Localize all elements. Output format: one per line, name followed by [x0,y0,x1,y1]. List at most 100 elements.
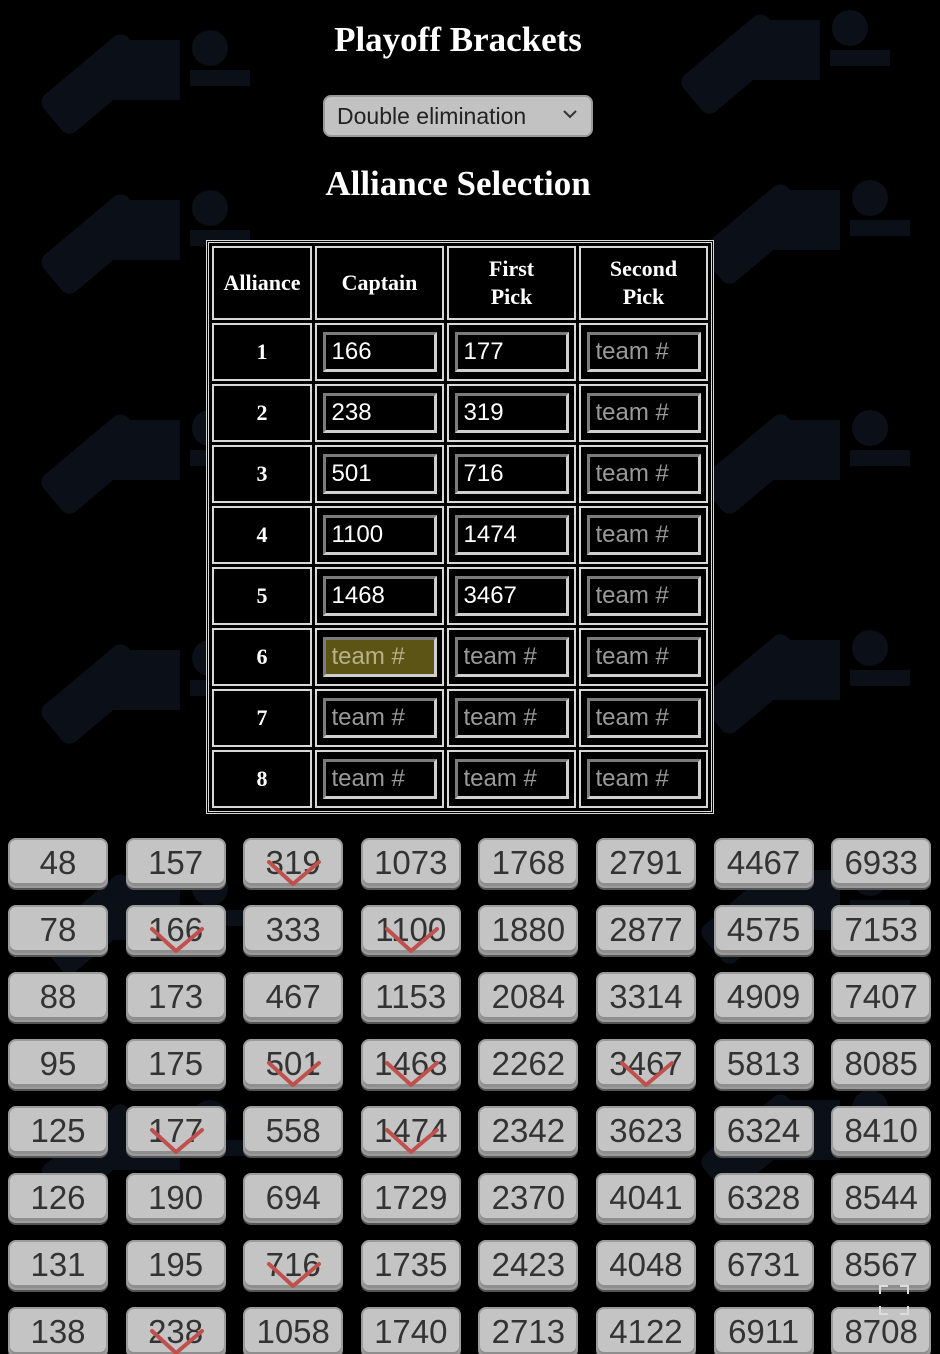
team-button[interactable]: 6933 [831,838,932,888]
team-button[interactable]: 2370 [478,1173,579,1223]
second-pick-input-cell [579,384,708,442]
bracket-format-select[interactable]: Double elimination [323,95,593,137]
team-button[interactable]: 78 [8,905,108,955]
team-button[interactable]: 4909 [713,972,814,1022]
team-button[interactable]: 8544 [831,1173,932,1223]
first-pick-input[interactable] [454,332,569,372]
team-button[interactable]: 166 [125,905,226,955]
team-button[interactable]: 8410 [831,1106,932,1156]
team-button[interactable]: 2262 [478,1039,579,1089]
second-pick-input[interactable] [586,393,701,433]
captain-input[interactable] [322,576,437,616]
team-button[interactable]: 6324 [713,1106,814,1156]
team-button[interactable]: 177 [125,1106,226,1156]
team-button[interactable]: 195 [125,1240,226,1290]
team-button[interactable]: 467 [243,972,344,1022]
team-button[interactable]: 1740 [360,1307,461,1354]
team-button[interactable]: 3467 [595,1039,696,1089]
team-button[interactable]: 131 [8,1240,108,1290]
first-pick-input[interactable] [454,759,569,799]
team-number: 1058 [256,1313,330,1350]
team-button[interactable]: 4575 [713,905,814,955]
team-button[interactable]: 1729 [360,1173,461,1223]
team-button[interactable]: 501 [243,1039,344,1089]
team-button[interactable]: 4122 [595,1307,696,1354]
captain-input[interactable] [322,515,437,555]
second-pick-input[interactable] [586,637,701,677]
team-button[interactable]: 6328 [713,1173,814,1223]
header-captain: Captain [315,246,444,320]
team-button[interactable]: 190 [125,1173,226,1223]
captain-input[interactable] [322,332,437,372]
captain-input[interactable] [322,454,437,494]
team-number: 2713 [491,1313,566,1350]
team-button[interactable]: 558 [243,1106,344,1156]
team-button[interactable]: 319 [243,838,344,888]
team-button[interactable]: 1100 [360,905,461,955]
team-button[interactable]: 6731 [713,1240,814,1290]
team-button[interactable]: 1073 [360,838,461,888]
alliance-number: 2 [212,384,312,442]
team-button[interactable]: 157 [125,838,226,888]
team-button[interactable]: 4048 [595,1240,696,1290]
team-button[interactable]: 1880 [478,905,579,955]
second-pick-input[interactable] [586,759,701,799]
first-pick-input[interactable] [454,515,569,555]
captain-input[interactable] [322,637,437,677]
team-button[interactable]: 238 [125,1307,226,1354]
team-button[interactable]: 716 [243,1240,344,1290]
second-pick-input[interactable] [586,698,701,738]
first-pick-input[interactable] [454,576,569,616]
team-button[interactable]: 2877 [595,905,696,955]
team-button[interactable]: 1468 [360,1039,461,1089]
team-button[interactable]: 2713 [478,1307,579,1354]
team-button[interactable]: 4467 [713,838,814,888]
team-button[interactable]: 2791 [595,838,696,888]
team-button[interactable]: 173 [125,972,226,1022]
team-button[interactable]: 4041 [595,1173,696,1223]
team-button[interactable]: 2342 [478,1106,579,1156]
team-button[interactable]: 126 [8,1173,108,1223]
team-button[interactable]: 1058 [243,1307,344,1354]
second-pick-input[interactable] [586,515,701,555]
team-button[interactable]: 138 [8,1307,108,1354]
team-button[interactable]: 1768 [478,838,579,888]
team-button[interactable]: 2084 [478,972,579,1022]
bracket-format-dropdown[interactable]: Double elimination [323,95,593,137]
first-pick-input[interactable] [454,454,569,494]
team-button[interactable]: 7153 [831,905,932,955]
team-button[interactable]: 95 [8,1039,108,1089]
captain-input[interactable] [322,759,437,799]
team-button[interactable]: 694 [243,1173,344,1223]
team-button[interactable]: 2423 [478,1240,579,1290]
team-button[interactable]: 3623 [595,1106,696,1156]
team-button[interactable]: 3314 [595,972,696,1022]
team-number: 173 [148,978,204,1015]
first-pick-input[interactable] [454,637,569,677]
team-button[interactable]: 175 [125,1039,226,1089]
team-button[interactable]: 88 [8,972,108,1022]
first-pick-input-cell [447,445,576,503]
team-number: 467 [265,978,321,1015]
team-number: 716 [265,1246,321,1283]
team-button[interactable]: 1735 [360,1240,461,1290]
captain-input[interactable] [322,393,437,433]
team-button[interactable]: 6911 [713,1307,814,1354]
team-button[interactable]: 1474 [360,1106,461,1156]
team-button[interactable]: 48 [8,838,108,888]
team-button[interactable]: 8085 [831,1039,932,1089]
team-button[interactable]: 333 [243,905,344,955]
second-pick-input[interactable] [586,576,701,616]
team-button[interactable]: 5813 [713,1039,814,1089]
team-button[interactable]: 7407 [831,972,932,1022]
second-pick-input[interactable] [586,454,701,494]
first-pick-input[interactable] [454,698,569,738]
team-button[interactable]: 125 [8,1106,108,1156]
second-pick-input[interactable] [586,332,701,372]
alliance-number: 6 [212,628,312,686]
team-button[interactable]: 8567 [831,1240,932,1290]
first-pick-input[interactable] [454,393,569,433]
team-button[interactable]: 1153 [360,972,461,1022]
fullscreen-icon[interactable] [878,1284,910,1316]
captain-input[interactable] [322,698,437,738]
